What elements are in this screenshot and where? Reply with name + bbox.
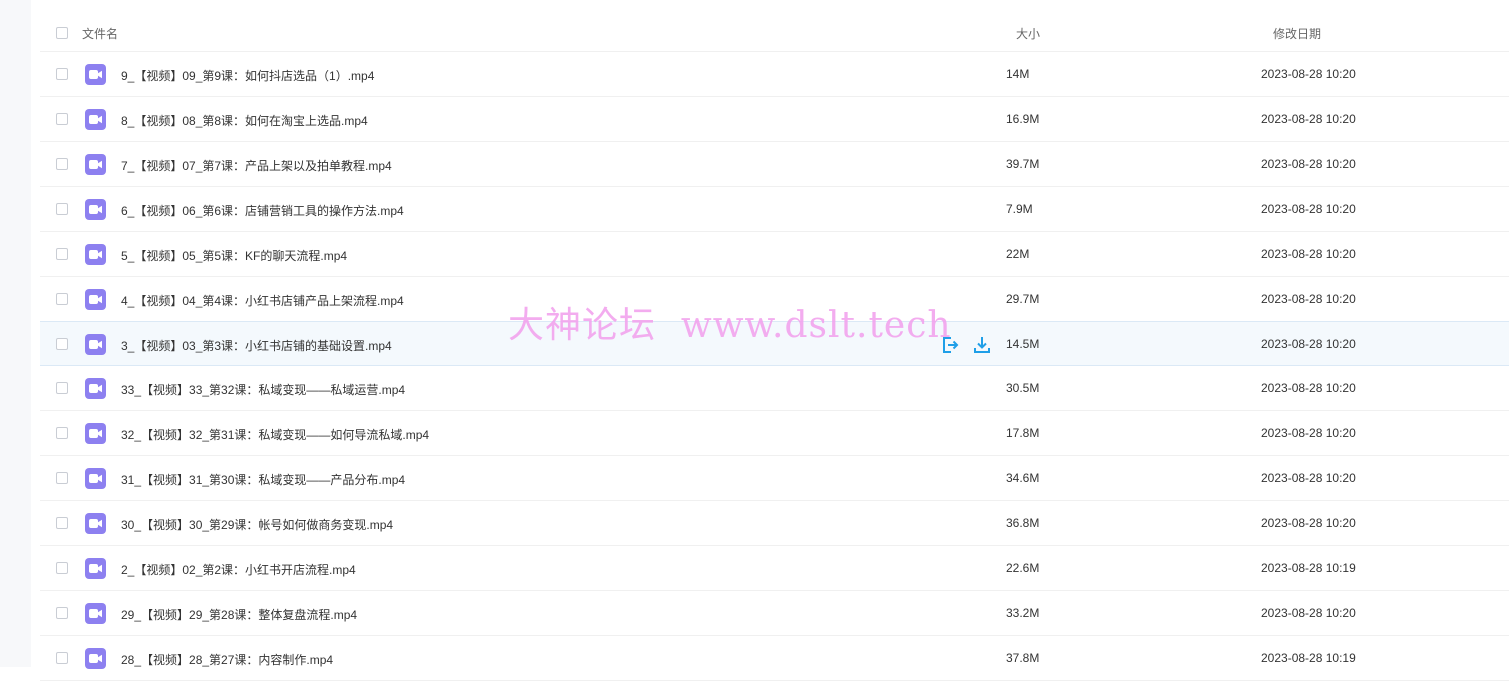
file-date: 2023-08-28 10:20 — [1261, 471, 1356, 485]
row-checkbox[interactable] — [56, 68, 68, 80]
video-file-icon — [85, 513, 106, 534]
file-size: 7.9M — [1006, 202, 1033, 216]
row-checkbox[interactable] — [56, 652, 68, 664]
file-date: 2023-08-28 10:20 — [1261, 606, 1356, 620]
file-list: 文件名 大小 修改日期 9_【视频】09_第9课：如何抖店选品（1）.mp4 1… — [40, 0, 1509, 681]
row-checkbox[interactable] — [56, 158, 68, 170]
file-name[interactable]: 30_【视频】30_第29课：帐号如何做商务变现.mp4 — [121, 516, 393, 533]
file-row[interactable]: 6_【视频】06_第6课：店铺营销工具的操作方法.mp4 7.9M 2023-0… — [40, 187, 1509, 232]
file-name[interactable]: 9_【视频】09_第9课：如何抖店选品（1）.mp4 — [121, 67, 374, 84]
file-size: 39.7M — [1006, 157, 1040, 171]
file-size: 22M — [1006, 247, 1030, 261]
download-icon — [974, 337, 990, 353]
left-sidebar-edge — [0, 0, 31, 667]
file-name[interactable]: 3_【视频】03_第3课：小红书店铺的基础设置.mp4 — [121, 337, 392, 354]
file-date: 2023-08-28 10:20 — [1261, 516, 1356, 530]
file-row[interactable]: 8_【视频】08_第8课：如何在淘宝上选品.mp4 16.9M 2023-08-… — [40, 97, 1509, 142]
file-size: 22.6M — [1006, 561, 1040, 575]
file-row[interactable]: 29_【视频】29_第28课：整体复盘流程.mp4 33.2M 2023-08-… — [40, 591, 1509, 636]
file-date: 2023-08-28 10:20 — [1261, 67, 1356, 81]
file-size: 29.7M — [1006, 292, 1040, 306]
file-date: 2023-08-28 10:20 — [1261, 157, 1356, 171]
video-file-icon — [85, 289, 106, 310]
file-row[interactable]: 2_【视频】02_第2课：小红书开店流程.mp4 22.6M 2023-08-2… — [40, 546, 1509, 591]
file-name[interactable]: 4_【视频】04_第4课：小红书店铺产品上架流程.mp4 — [121, 292, 404, 309]
file-row[interactable]: 5_【视频】05_第5课：KF的聊天流程.mp4 22M 2023-08-28 … — [40, 232, 1509, 277]
video-file-icon — [85, 648, 106, 669]
file-size: 37.8M — [1006, 651, 1040, 665]
file-row[interactable]: 31_【视频】31_第30课：私域变现——产品分布.mp4 34.6M 2023… — [40, 456, 1509, 501]
video-file-icon — [85, 468, 106, 489]
file-size: 34.6M — [1006, 471, 1040, 485]
file-name[interactable]: 33_【视频】33_第32课：私域变现——私域运营.mp4 — [121, 381, 405, 398]
video-file-icon — [85, 378, 106, 399]
row-checkbox[interactable] — [56, 293, 68, 305]
file-name[interactable]: 2_【视频】02_第2课：小红书开店流程.mp4 — [121, 561, 356, 578]
row-checkbox[interactable] — [56, 472, 68, 484]
file-name[interactable]: 31_【视频】31_第30课：私域变现——产品分布.mp4 — [121, 471, 405, 488]
file-row[interactable]: 30_【视频】30_第29课：帐号如何做商务变现.mp4 36.8M 2023-… — [40, 501, 1509, 546]
video-file-icon — [85, 64, 106, 85]
file-name[interactable]: 6_【视频】06_第6课：店铺营销工具的操作方法.mp4 — [121, 202, 404, 219]
file-name[interactable]: 5_【视频】05_第5课：KF的聊天流程.mp4 — [121, 247, 347, 264]
row-checkbox[interactable] — [56, 113, 68, 125]
row-checkbox[interactable] — [56, 517, 68, 529]
file-name[interactable]: 32_【视频】32_第31课：私域变现——如何导流私域.mp4 — [121, 426, 429, 443]
file-row[interactable]: 28_【视频】28_第27课：内容制作.mp4 37.8M 2023-08-28… — [40, 636, 1509, 681]
file-size: 14M — [1006, 67, 1030, 81]
file-size: 14.5M — [1006, 337, 1040, 351]
file-date: 2023-08-28 10:20 — [1261, 112, 1356, 126]
file-size: 36.8M — [1006, 516, 1040, 530]
row-checkbox[interactable] — [56, 562, 68, 574]
video-file-icon — [85, 244, 106, 265]
file-date: 2023-08-28 10:20 — [1261, 202, 1356, 216]
video-file-icon — [85, 603, 106, 624]
video-file-icon — [85, 154, 106, 175]
video-file-icon — [85, 558, 106, 579]
file-row[interactable]: 3_【视频】03_第3课：小红书店铺的基础设置.mp4 14.5M 2023-0… — [40, 321, 1509, 366]
file-row[interactable]: 7_【视频】07_第7课：产品上架以及拍单教程.mp4 39.7M 2023-0… — [40, 142, 1509, 187]
row-checkbox[interactable] — [56, 382, 68, 394]
row-checkbox[interactable] — [56, 338, 68, 350]
file-date: 2023-08-28 10:19 — [1261, 651, 1356, 665]
file-size: 16.9M — [1006, 112, 1040, 126]
file-date: 2023-08-28 10:20 — [1261, 292, 1356, 306]
video-file-icon — [85, 423, 106, 444]
share-icon — [943, 337, 959, 353]
file-row[interactable]: 4_【视频】04_第4课：小红书店铺产品上架流程.mp4 29.7M 2023-… — [40, 277, 1509, 322]
file-row[interactable]: 33_【视频】33_第32课：私域变现——私域运营.mp4 30.5M 2023… — [40, 366, 1509, 411]
file-size: 17.8M — [1006, 426, 1040, 440]
column-header-name[interactable]: 文件名 — [82, 25, 118, 42]
column-header-date[interactable]: 修改日期 — [1273, 25, 1321, 42]
video-file-icon — [85, 334, 106, 355]
file-date: 2023-08-28 10:19 — [1261, 561, 1356, 575]
file-date: 2023-08-28 10:20 — [1261, 247, 1356, 261]
column-header-size[interactable]: 大小 — [1016, 25, 1040, 42]
row-checkbox[interactable] — [56, 248, 68, 260]
row-checkbox[interactable] — [56, 607, 68, 619]
file-name[interactable]: 29_【视频】29_第28课：整体复盘流程.mp4 — [121, 606, 357, 623]
file-date: 2023-08-28 10:20 — [1261, 381, 1356, 395]
file-name[interactable]: 7_【视频】07_第7课：产品上架以及拍单教程.mp4 — [121, 157, 392, 174]
file-name[interactable]: 28_【视频】28_第27课：内容制作.mp4 — [121, 651, 333, 668]
download-button[interactable] — [972, 335, 992, 355]
file-size: 33.2M — [1006, 606, 1040, 620]
file-name[interactable]: 8_【视频】08_第8课：如何在淘宝上选品.mp4 — [121, 112, 368, 129]
file-rows: 9_【视频】09_第9课：如何抖店选品（1）.mp4 14M 2023-08-2… — [40, 52, 1509, 681]
file-date: 2023-08-28 10:20 — [1261, 426, 1356, 440]
file-row[interactable]: 32_【视频】32_第31课：私域变现——如何导流私域.mp4 17.8M 20… — [40, 411, 1509, 456]
video-file-icon — [85, 199, 106, 220]
video-file-icon — [85, 109, 106, 130]
file-list-header: 文件名 大小 修改日期 — [40, 0, 1509, 52]
row-checkbox[interactable] — [56, 203, 68, 215]
share-button[interactable] — [940, 335, 960, 355]
row-checkbox[interactable] — [56, 427, 68, 439]
select-all-checkbox[interactable] — [56, 27, 68, 39]
file-size: 30.5M — [1006, 381, 1040, 395]
file-date: 2023-08-28 10:20 — [1261, 337, 1356, 351]
file-row[interactable]: 9_【视频】09_第9课：如何抖店选品（1）.mp4 14M 2023-08-2… — [40, 52, 1509, 97]
